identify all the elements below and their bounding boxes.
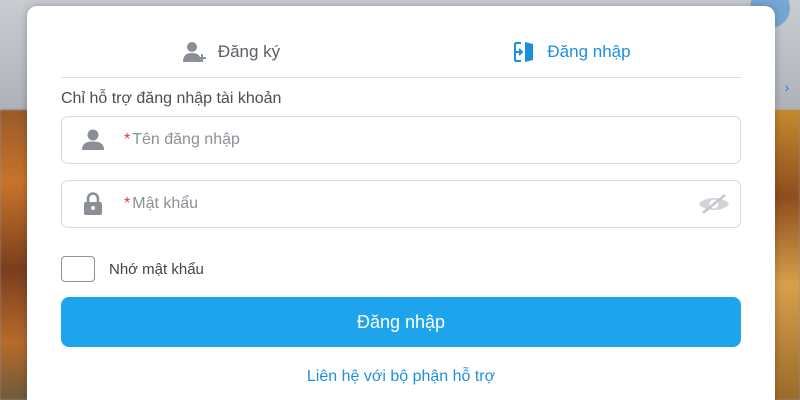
support-link[interactable]: Liên hệ với bộ phận hỗ trợ — [61, 368, 741, 386]
login-button[interactable]: Đăng nhập — [61, 297, 741, 347]
lock-icon — [62, 192, 124, 216]
password-input[interactable] — [132, 181, 688, 227]
remember-checkbox[interactable] — [61, 256, 95, 282]
remember-password[interactable]: Nhớ mật khẩu — [61, 256, 204, 282]
login-hint: Chỉ hỗ trợ đăng nhập tài khoản — [61, 90, 282, 107]
tab-register-label: Đăng ký — [217, 41, 281, 61]
login-modal: Đăng ký Đăng nhập Chỉ hỗ trợ đăng nhập t… — [27, 6, 775, 400]
add-user-icon — [182, 41, 208, 63]
username-required-mark: * — [124, 131, 131, 148]
user-icon — [62, 129, 124, 151]
password-required-mark: * — [124, 195, 131, 212]
auth-tabs: Đăng ký Đăng nhập — [61, 26, 741, 78]
eye-slash-icon[interactable] — [688, 193, 740, 215]
tab-login[interactable]: Đăng nhập — [401, 26, 741, 77]
username-field[interactable]: * — [61, 116, 741, 164]
background-banner-left — [0, 110, 28, 400]
tab-register[interactable]: Đăng ký — [61, 26, 401, 77]
password-field[interactable]: * — [61, 180, 741, 228]
username-input[interactable] — [132, 117, 740, 163]
remember-label: Nhớ mật khẩu — [109, 260, 204, 278]
tab-login-label: Đăng nhập — [547, 41, 631, 61]
login-door-icon — [511, 40, 537, 64]
background-banner-right — [774, 110, 800, 400]
background-arrow-icon: › — [784, 79, 790, 95]
